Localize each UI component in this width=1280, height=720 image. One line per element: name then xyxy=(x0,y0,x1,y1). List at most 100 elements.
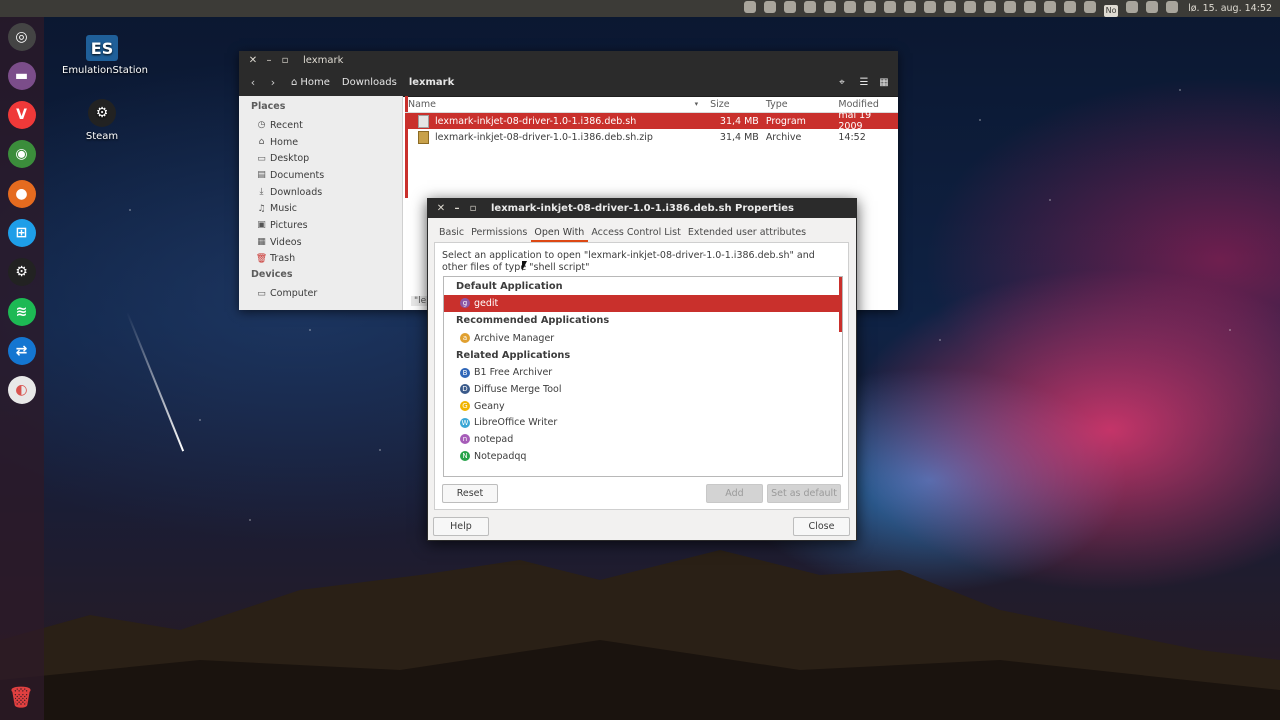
grid-view-icon[interactable]: ▦ xyxy=(874,77,894,88)
screenshot-icon[interactable] xyxy=(844,0,857,13)
volume-icon[interactable] xyxy=(1166,0,1179,13)
bluetooth-icon[interactable] xyxy=(1126,0,1139,13)
clock[interactable]: lø. 15. aug. 14:52 xyxy=(1188,3,1272,14)
file-row[interactable]: lexmark-inkjet-08-driver-1.0-1.i386.deb.… xyxy=(405,110,898,132)
sidebar-item-computer[interactable]: ▭ Computer xyxy=(239,285,402,302)
teamviewer-icon[interactable]: ⇄ xyxy=(5,334,38,367)
mail-icon[interactable] xyxy=(1146,0,1159,13)
sidebar-item-desktop[interactable]: ▭ Desktop xyxy=(239,150,402,167)
reset-button[interactable]: Reset xyxy=(442,484,498,503)
tab-extended-user-attributes[interactable]: Extended user attributes xyxy=(685,224,810,240)
sidebar-item-label: Music xyxy=(270,203,298,215)
app-label: B1 Free Archiver xyxy=(474,367,553,379)
back-icon[interactable]: ‹ xyxy=(243,76,263,89)
steam-icon[interactable]: ⚙ xyxy=(5,256,38,289)
sidebar-item-trash[interactable]: 🗑 Trash xyxy=(239,251,402,268)
sidebar-item-recent[interactable]: ◷ Recent xyxy=(239,117,402,134)
set-as-default-button[interactable]: Set as default xyxy=(767,484,841,503)
app-item-gedit[interactable]: g gedit xyxy=(444,295,842,312)
desktop-icon-emulationstation[interactable]: ES EmulationStation xyxy=(62,35,148,76)
pictures-icon: ▣ xyxy=(257,220,266,231)
chrome-icon[interactable]: ◉ xyxy=(5,138,38,171)
disk-usage-icon[interactable]: ◐ xyxy=(5,374,38,407)
chrome-remote-icon[interactable] xyxy=(744,0,757,13)
ubuntu-dash-glyph: ◎ xyxy=(7,22,36,51)
column-modified[interactable]: Modified xyxy=(835,99,898,110)
tab-open-with[interactable]: Open With xyxy=(531,224,589,242)
close-icon[interactable]: ✕ xyxy=(245,55,261,66)
forward-icon[interactable]: › xyxy=(263,76,283,89)
file-row[interactable]: lexmark-inkjet-08-driver-1.0-1.i386.deb.… xyxy=(405,129,898,145)
breadcrumb-home[interactable]: Home xyxy=(300,77,330,88)
camera-icon[interactable] xyxy=(864,0,877,13)
spotify-icon[interactable]: ≋ xyxy=(5,295,38,328)
disk-usage-glyph: ◐ xyxy=(7,376,36,405)
tab-access-control-list[interactable]: Access Control List xyxy=(588,224,685,240)
app-item-b1-free-archiver[interactable]: B B1 Free Archiver xyxy=(444,364,842,381)
ubuntu-dash-icon[interactable]: ◎ xyxy=(5,20,38,53)
app-item-notepadqq[interactable]: N Notepadqq xyxy=(444,448,842,465)
sync-icon[interactable] xyxy=(764,0,777,13)
help-button[interactable]: Help xyxy=(433,517,489,536)
breadcrumb-downloads[interactable]: Downloads xyxy=(342,77,397,88)
close-button[interactable]: Close xyxy=(793,517,850,536)
app-label: Notepadqq xyxy=(474,450,527,462)
file-type: Program xyxy=(765,115,806,127)
sidebar-item-videos[interactable]: ▦ Videos xyxy=(239,234,402,251)
close-icon[interactable]: ✕ xyxy=(433,203,449,214)
location-icon[interactable]: ⌖ xyxy=(830,77,854,88)
sidebar-item-label: Desktop xyxy=(270,153,310,165)
grid-icon[interactable] xyxy=(1024,0,1037,13)
sidebar-item-pictures[interactable]: ▣ Pictures xyxy=(239,217,402,234)
notification-icon[interactable] xyxy=(904,0,917,13)
add-button[interactable]: Add xyxy=(706,484,763,503)
sidebar-item-music[interactable]: ♫ Music xyxy=(239,200,402,217)
spotify-icon[interactable] xyxy=(804,0,817,13)
chrome-icon[interactable] xyxy=(884,0,897,13)
breadcrumb-lexmark[interactable]: lexmark xyxy=(409,77,454,88)
firefox-icon[interactable]: ● xyxy=(5,177,38,210)
minimize-icon[interactable]: – xyxy=(261,55,277,66)
no-icon[interactable]: No xyxy=(1104,4,1119,17)
settings-icon[interactable] xyxy=(1044,0,1057,13)
list-view-icon[interactable]: ☰ xyxy=(854,77,874,88)
teamviewer-glyph: ⇄ xyxy=(7,336,36,365)
tab-permissions[interactable]: Permissions xyxy=(468,224,531,240)
minimize-icon[interactable]: – xyxy=(449,203,465,214)
app-item-notepad[interactable]: n notepad xyxy=(444,431,842,448)
nvidia-icon[interactable] xyxy=(944,0,957,13)
files-icon[interactable]: ▬ xyxy=(5,59,38,92)
desktop-icon-label: Steam xyxy=(85,131,119,142)
tab-basic[interactable]: Basic xyxy=(436,224,468,240)
vivaldi-icon[interactable]: V xyxy=(5,99,38,132)
column-size[interactable]: Size xyxy=(704,99,763,110)
windows-icon[interactable]: ⊞ xyxy=(5,217,38,250)
app-item-archive-manager[interactable]: a Archive Manager xyxy=(444,330,842,347)
maximize-icon[interactable]: ▫ xyxy=(465,203,481,214)
archive-file-icon xyxy=(418,130,429,144)
steam-icon[interactable] xyxy=(784,0,797,13)
sidebar-item-documents[interactable]: ▤ Documents xyxy=(239,167,402,184)
whatsapp-icon[interactable] xyxy=(924,0,937,13)
column-name[interactable]: Name ▾ xyxy=(405,99,704,110)
clip-icon[interactable] xyxy=(984,0,997,13)
power-meter-icon[interactable] xyxy=(1004,0,1017,13)
devices-header: Devices xyxy=(251,269,293,281)
desktop-icon-steam[interactable]: ⚙ Steam xyxy=(82,99,122,142)
app-item-libreoffice-writer[interactable]: W LibreOffice Writer xyxy=(444,414,842,431)
list-scrollbar[interactable] xyxy=(839,277,842,332)
app-item-geany[interactable]: G Geany xyxy=(444,398,842,415)
sidebar-item-downloads[interactable]: ⤓ Downloads xyxy=(239,184,402,201)
trash-icon[interactable]: 🗑 xyxy=(8,684,34,710)
maximize-icon[interactable]: ▫ xyxy=(277,55,293,66)
battery-icon[interactable] xyxy=(1064,0,1077,13)
sort-down-icon: ▾ xyxy=(694,100,699,108)
chrome-glyph: ◉ xyxy=(7,140,36,169)
column-type[interactable]: Type xyxy=(763,99,836,110)
teamviewer-icon[interactable] xyxy=(824,0,837,13)
window-title: lexmark xyxy=(303,54,344,66)
app-icon[interactable] xyxy=(964,0,977,13)
network-icon[interactable] xyxy=(1084,0,1097,13)
app-item-diffuse-merge-tool[interactable]: D Diffuse Merge Tool xyxy=(444,381,842,398)
sidebar-item-home[interactable]: ⌂ Home xyxy=(239,134,402,151)
